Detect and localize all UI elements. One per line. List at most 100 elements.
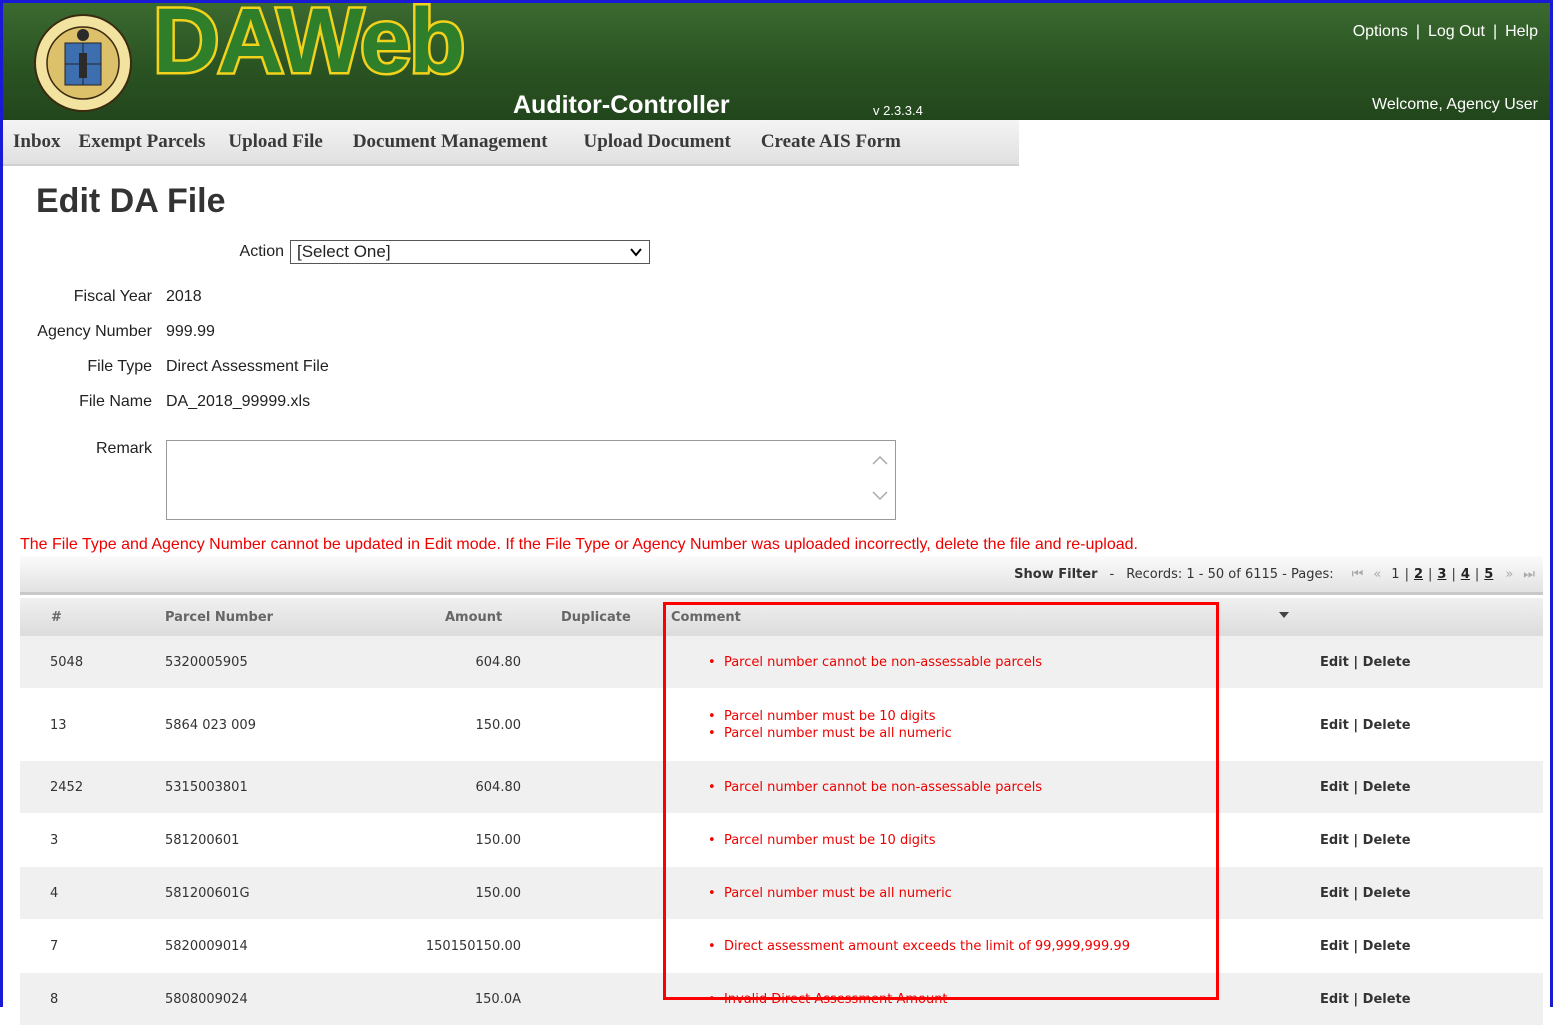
amount: 150.0A xyxy=(474,992,521,1007)
scroll-up-icon[interactable] xyxy=(871,451,889,472)
column-header-parcel-number[interactable]: Parcel Number xyxy=(165,610,273,625)
row-number: 8 xyxy=(50,992,59,1007)
nav-exempt-parcels[interactable]: Exempt Parcels xyxy=(79,131,206,153)
amount: 150.00 xyxy=(475,718,522,733)
action-label: Action xyxy=(239,243,284,260)
comment-item: • Parcel number cannot be non-assessable… xyxy=(708,780,1043,795)
log-out-link[interactable]: Log Out xyxy=(1428,23,1485,40)
version-label: v 2.3.3.4 xyxy=(873,103,923,118)
edit-mode-warning: The File Type and Agency Number cannot b… xyxy=(20,536,1138,553)
top-links: Options | Log Out | Help xyxy=(1352,23,1538,40)
comment-item: • Parcel number must be 10 digits xyxy=(708,833,936,848)
page-1: 1 xyxy=(1391,566,1400,582)
amount: 604.80 xyxy=(475,655,522,670)
records-summary: Records: 1 - 50 of 6115 - Pages: xyxy=(1126,566,1334,582)
action-select[interactable]: [Select One] xyxy=(290,240,650,264)
comment-item: • Invalid Direct Assessment Amount xyxy=(708,992,948,1007)
row-number: 4 xyxy=(50,886,59,901)
comment-list: • Parcel number cannot be non-assessable… xyxy=(708,779,1042,796)
first-page-icon[interactable]: ⏮ xyxy=(1352,567,1364,582)
show-filter-link[interactable]: Show Filter xyxy=(1014,567,1097,582)
row-number: 3 xyxy=(50,833,59,848)
parcel-number: 581200601 xyxy=(165,833,240,848)
edit-link[interactable]: Edit xyxy=(1320,833,1349,848)
page-4-link[interactable]: 4 xyxy=(1461,567,1470,582)
comment-item: • Parcel number cannot be non-assessable… xyxy=(708,655,1043,670)
comment-list: • Parcel number must be 10 digits xyxy=(708,832,936,849)
row-number: 13 xyxy=(50,718,67,733)
page-2-link[interactable]: 2 xyxy=(1414,567,1423,582)
comment-list: • Invalid Direct Assessment Amount xyxy=(708,991,948,1008)
nav-upload-document[interactable]: Upload Document xyxy=(584,131,731,153)
nav-inbox[interactable]: Inbox xyxy=(13,131,61,153)
records-grid: Show Filter - Records: 1 - 50 of 6115 - … xyxy=(20,556,1543,1026)
fiscal-year-value: 2018 xyxy=(166,288,202,305)
edit-link[interactable]: Edit xyxy=(1320,886,1349,901)
remark-label: Remark xyxy=(95,440,152,457)
table-row: 8 5808009024 150.0A • Invalid Direct Ass… xyxy=(20,973,1543,1026)
page-5-link[interactable]: 5 xyxy=(1484,567,1493,582)
options-link[interactable]: Options xyxy=(1353,23,1408,40)
row-number: 7 xyxy=(50,939,59,954)
edit-link[interactable]: Edit xyxy=(1320,780,1349,795)
amount: 150.00 xyxy=(475,886,522,901)
remark-textarea[interactable] xyxy=(166,440,896,520)
county-seal-icon xyxy=(34,14,132,112)
table-row: 13 5864 023 009 150.00 • Parcel number m… xyxy=(20,689,1543,761)
amount: 150.00 xyxy=(475,833,522,848)
comment-list: • Direct assessment amount exceeds the l… xyxy=(708,938,1130,955)
grid-pager: Show Filter - Records: 1 - 50 of 6115 - … xyxy=(20,556,1543,595)
delete-link[interactable]: Delete xyxy=(1363,833,1411,848)
edit-link[interactable]: Edit xyxy=(1320,992,1349,1007)
comment-list: • Parcel number cannot be non-assessable… xyxy=(708,654,1042,671)
delete-link[interactable]: Delete xyxy=(1363,939,1411,954)
nav-upload-file[interactable]: Upload File xyxy=(228,131,322,153)
table-row: 2452 5315003801 604.80 • Parcel number c… xyxy=(20,761,1543,814)
table-row: 5048 5320005905 604.80 • Parcel number c… xyxy=(20,636,1543,689)
amount: 150150150.00 xyxy=(425,939,521,954)
page-title: Edit DA File xyxy=(36,182,226,220)
column-header-amount[interactable]: Amount xyxy=(445,610,502,625)
comment-list: • Parcel number must be all numeric xyxy=(708,885,952,902)
scroll-down-icon[interactable] xyxy=(871,487,889,508)
file-type-value: Direct Assessment File xyxy=(166,358,329,375)
next-page-icon[interactable]: » xyxy=(1505,567,1513,582)
agency-number-value: 999.99 xyxy=(166,323,215,340)
comment-item: • Parcel number must be all numeric xyxy=(708,726,952,741)
parcel-number: 5808009024 xyxy=(165,992,248,1007)
edit-link[interactable]: Edit xyxy=(1320,655,1349,670)
edit-link[interactable]: Edit xyxy=(1320,939,1349,954)
delete-link[interactable]: Delete xyxy=(1363,655,1411,670)
main-nav: Inbox Exempt Parcels Upload File Documen… xyxy=(3,120,1019,166)
table-row: 4 581200601G 150.00 • Parcel number must… xyxy=(20,867,1543,920)
delete-link[interactable]: Delete xyxy=(1363,992,1411,1007)
table-row: 3 581200601 150.00 • Parcel number must … xyxy=(20,814,1543,867)
column-header-number[interactable]: # xyxy=(51,610,62,625)
parcel-number: 5320005905 xyxy=(165,655,248,670)
nav-create-ais-form[interactable]: Create AIS Form xyxy=(761,131,901,153)
delete-link[interactable]: Delete xyxy=(1363,886,1411,901)
parcel-number: 5820009014 xyxy=(165,939,248,954)
column-filter-dropdown-icon[interactable] xyxy=(1278,609,1290,624)
nav-document-management[interactable]: Document Management xyxy=(353,131,548,153)
comment-item: • Direct assessment amount exceeds the l… xyxy=(708,939,1130,954)
file-name-label: File Name xyxy=(79,393,152,410)
column-header-duplicate[interactable]: Duplicate xyxy=(561,610,631,625)
agency-number-label: Agency Number xyxy=(37,323,152,340)
edit-link[interactable]: Edit xyxy=(1320,718,1349,733)
previous-page-icon[interactable]: « xyxy=(1373,567,1381,582)
page-3-link[interactable]: 3 xyxy=(1437,567,1446,582)
comment-item: • Parcel number must be 10 digits xyxy=(708,709,936,724)
parcel-number: 5315003801 xyxy=(165,780,248,795)
file-type-label: File Type xyxy=(87,358,152,375)
column-header-comment[interactable]: Comment xyxy=(671,610,741,625)
row-number: 5048 xyxy=(50,655,84,670)
last-page-icon[interactable]: ⏭ xyxy=(1523,567,1535,582)
welcome-message: Welcome, Agency User xyxy=(1372,96,1538,113)
delete-link[interactable]: Delete xyxy=(1363,718,1411,733)
fiscal-year-label: Fiscal Year xyxy=(73,288,152,305)
comment-item: • Parcel number must be all numeric xyxy=(708,886,952,901)
action-select-value: [Select One] xyxy=(297,242,391,261)
help-link[interactable]: Help xyxy=(1505,23,1538,40)
delete-link[interactable]: Delete xyxy=(1363,780,1411,795)
